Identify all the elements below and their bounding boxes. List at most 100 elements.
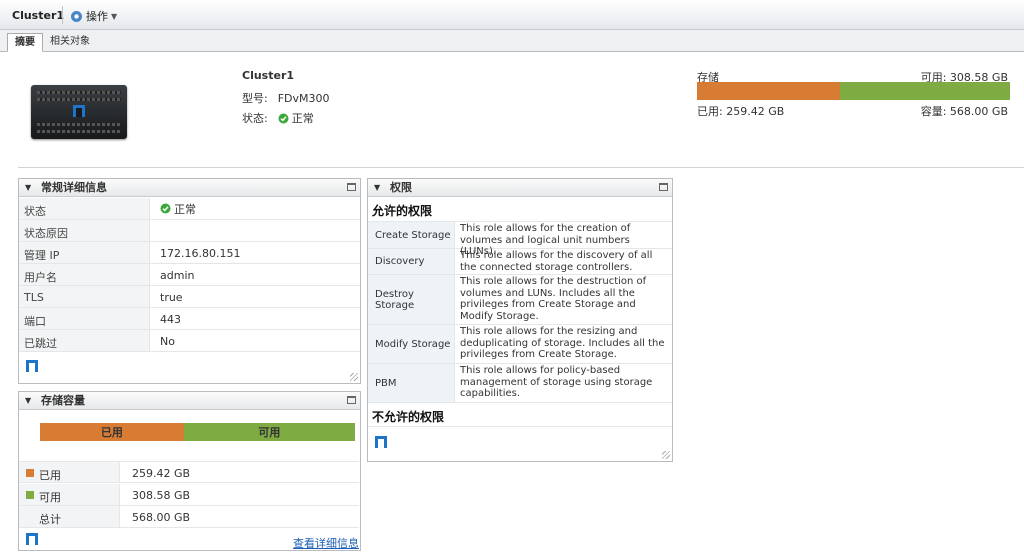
table-row: 端口 443 (19, 308, 360, 330)
model-value: FDvM300 (277, 91, 330, 105)
capacity-bar: 已用 可用 (40, 423, 355, 441)
status-value: 正常 (174, 202, 196, 216)
divider (368, 426, 672, 427)
storage-used-segment (697, 82, 840, 100)
check-circle-icon (160, 203, 171, 214)
legend-value: 308.58 GB (119, 484, 359, 505)
row-key: 状态原因 (24, 227, 68, 240)
resize-handle[interactable] (662, 451, 670, 459)
status-row: 状态: 正常 (242, 110, 314, 126)
table-row: 管理 IP 172.16.80.151 (19, 242, 360, 264)
permissions-header[interactable]: ▼ 权限 (368, 179, 672, 197)
row-value: No (149, 330, 360, 351)
status-value: 正常 (291, 112, 314, 125)
table-row: 状态 正常 (19, 198, 360, 220)
storage-usage-bar (697, 82, 1010, 100)
row-value (149, 220, 360, 241)
view-details-link[interactable]: 查看详细信息 (293, 535, 359, 551)
permission-row: PBM This role allows for policy-based ma… (368, 364, 672, 403)
storage-free-segment (839, 82, 1010, 100)
divider (62, 6, 63, 24)
storage-used-text: 已用: 259.42 GB (697, 105, 785, 118)
netapp-logo-icon (26, 533, 38, 545)
storage-capacity-header[interactable]: ▼ 存储容量 (19, 392, 360, 410)
model-label: 型号: (242, 92, 268, 105)
legend-key: 总计 (39, 513, 61, 526)
denied-permissions-heading: 不允许的权限 (372, 410, 445, 424)
general-details-title: 常规详细信息 (41, 181, 107, 194)
actions-label: 操作 (86, 10, 108, 23)
legend-row: 可用 308.58 GB (19, 484, 359, 506)
permissions-title: 权限 (390, 181, 412, 194)
permission-name: Destroy Storage (368, 275, 454, 324)
capacity-used-segment: 已用 (40, 423, 184, 441)
triangle-down-icon[interactable]: ▼ (374, 179, 380, 196)
permission-name: Discovery (368, 249, 454, 274)
allowed-permissions-heading: 允许的权限 (372, 204, 433, 218)
model-row: 型号: FDvM300 (242, 90, 330, 106)
divider (18, 167, 1024, 168)
page-title: Cluster1 (12, 9, 65, 22)
legend-value: 259.42 GB (119, 462, 359, 482)
maximize-icon[interactable] (347, 183, 356, 191)
check-circle-icon (278, 113, 289, 123)
row-key: 管理 IP (24, 249, 60, 262)
row-value: 443 (149, 308, 360, 329)
legend-key: 已用 (39, 469, 61, 482)
legend-key: 可用 (39, 491, 61, 504)
permission-desc: This role allows for the resizing and de… (454, 325, 672, 363)
triangle-down-icon[interactable]: ▼ (25, 179, 31, 196)
legend-row: 总计 568.00 GB (19, 506, 359, 528)
chevron-down-icon: ▼ (111, 11, 118, 21)
row-key: TLS (24, 291, 44, 304)
legend-value: 568.00 GB (119, 506, 359, 527)
maximize-icon[interactable] (347, 396, 356, 404)
permission-row: Destroy Storage This role allows for the… (368, 275, 672, 325)
permissions-panel: ▼ 权限 允许的权限 Create Storage This role allo… (367, 178, 673, 462)
storage-device-image (31, 85, 127, 139)
maximize-icon[interactable] (659, 183, 668, 191)
tab-summary[interactable]: 摘要 (7, 33, 43, 52)
gear-icon (71, 10, 82, 22)
row-key: 用户名 (24, 271, 57, 284)
triangle-down-icon[interactable]: ▼ (25, 392, 31, 409)
free-color-swatch (26, 491, 34, 499)
permission-name: Modify Storage (368, 325, 454, 363)
permission-row: Discovery This role allows for the disco… (368, 249, 672, 275)
permission-name: Create Storage (368, 222, 454, 248)
table-row: 已跳过 No (19, 330, 360, 352)
permission-desc: This role allows for the destruction of … (454, 275, 672, 324)
permission-desc: This role allows for policy-based manage… (454, 364, 672, 402)
table-row: 用户名 admin (19, 264, 360, 286)
cluster-name: Cluster1 (242, 69, 295, 82)
title-bar: Cluster1 操作 ▼ (0, 0, 1024, 30)
row-value: admin (149, 264, 360, 285)
permission-name: PBM (368, 364, 454, 402)
table-row: 状态原因 (19, 220, 360, 242)
netapp-logo-icon (26, 360, 38, 372)
permission-desc: This role allows for the discovery of al… (454, 249, 672, 274)
row-value: true (149, 286, 360, 307)
permission-row: Create Storage This role allows for the … (368, 221, 672, 257)
permission-desc: This role allows for the creation of vol… (454, 222, 672, 257)
general-details-header[interactable]: ▼ 常规详细信息 (19, 179, 360, 197)
storage-capacity-text: 容量: 568.00 GB (920, 105, 1008, 118)
used-color-swatch (26, 469, 34, 477)
row-key: 状态 (24, 205, 46, 218)
netapp-logo-icon (73, 105, 85, 117)
capacity-free-segment: 可用 (183, 423, 355, 441)
row-key: 已跳过 (24, 337, 57, 350)
legend-row: 已用 259.42 GB (19, 461, 359, 483)
status-label: 状态: (242, 112, 268, 125)
permission-row: Modify Storage This role allows for the … (368, 325, 672, 364)
tab-related-objects[interactable]: 相关对象 (43, 33, 97, 52)
resize-handle[interactable] (350, 373, 358, 381)
netapp-logo-icon (375, 436, 387, 448)
tab-bar: 摘要 相关对象 (0, 30, 1024, 52)
actions-menu-button[interactable]: 操作 ▼ (70, 8, 117, 24)
row-key: 端口 (24, 315, 46, 328)
storage-capacity-title: 存储容量 (41, 394, 85, 407)
general-details-panel: ▼ 常规详细信息 状态 正常 状态原因 管理 IP 172.16.80.151 … (18, 178, 361, 384)
row-value: 正常 (149, 198, 360, 219)
row-value: 172.16.80.151 (149, 242, 360, 263)
